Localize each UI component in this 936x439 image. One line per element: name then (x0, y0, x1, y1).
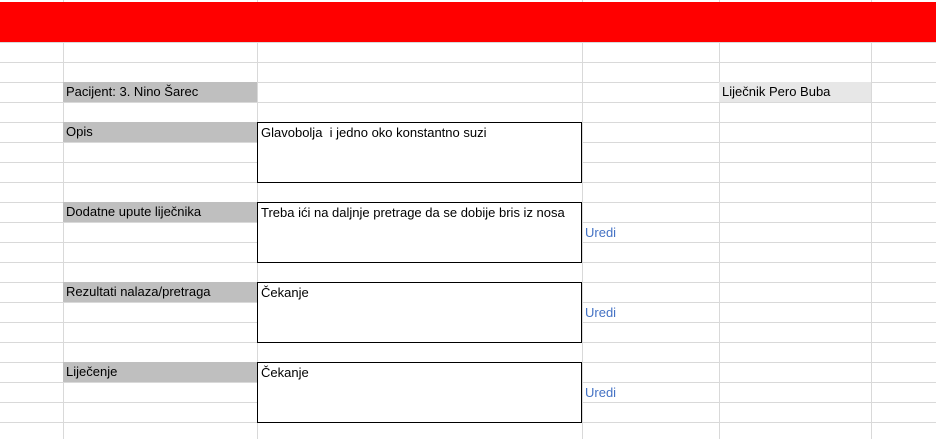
section-label-lijecenje: Liječenje (63, 362, 257, 382)
edit-link-dodatne-upute[interactable]: Uredi (585, 223, 616, 243)
section-label-rezultati: Rezultati nalaza/pretraga (63, 282, 257, 302)
section-label-opis: Opis (63, 122, 257, 142)
section-content-opis[interactable]: Glavobolja i jedno oko konstantno suzi (257, 122, 582, 183)
gridline (0, 42, 936, 43)
gridline (871, 0, 872, 439)
gridline (582, 0, 583, 439)
gridline (0, 102, 936, 103)
section-content-lijecenje[interactable]: Čekanje (257, 362, 582, 423)
gridline (719, 0, 720, 439)
edit-link-rezultati[interactable]: Uredi (585, 303, 616, 323)
section-content-rezultati[interactable]: Čekanje (257, 282, 582, 343)
section-label-dodatne-upute: Dodatne upute liječnika (63, 202, 257, 222)
header-bar (0, 2, 936, 42)
gridline (0, 62, 936, 63)
edit-link-lijecenje[interactable]: Uredi (585, 383, 616, 403)
doctor-label: Liječnik Pero Buba (719, 82, 871, 102)
section-content-dodatne-upute[interactable]: Treba ići na daljnje pretrage da se dobi… (257, 202, 582, 263)
patient-label: Pacijent: 3. Nino Šarec (63, 82, 257, 102)
